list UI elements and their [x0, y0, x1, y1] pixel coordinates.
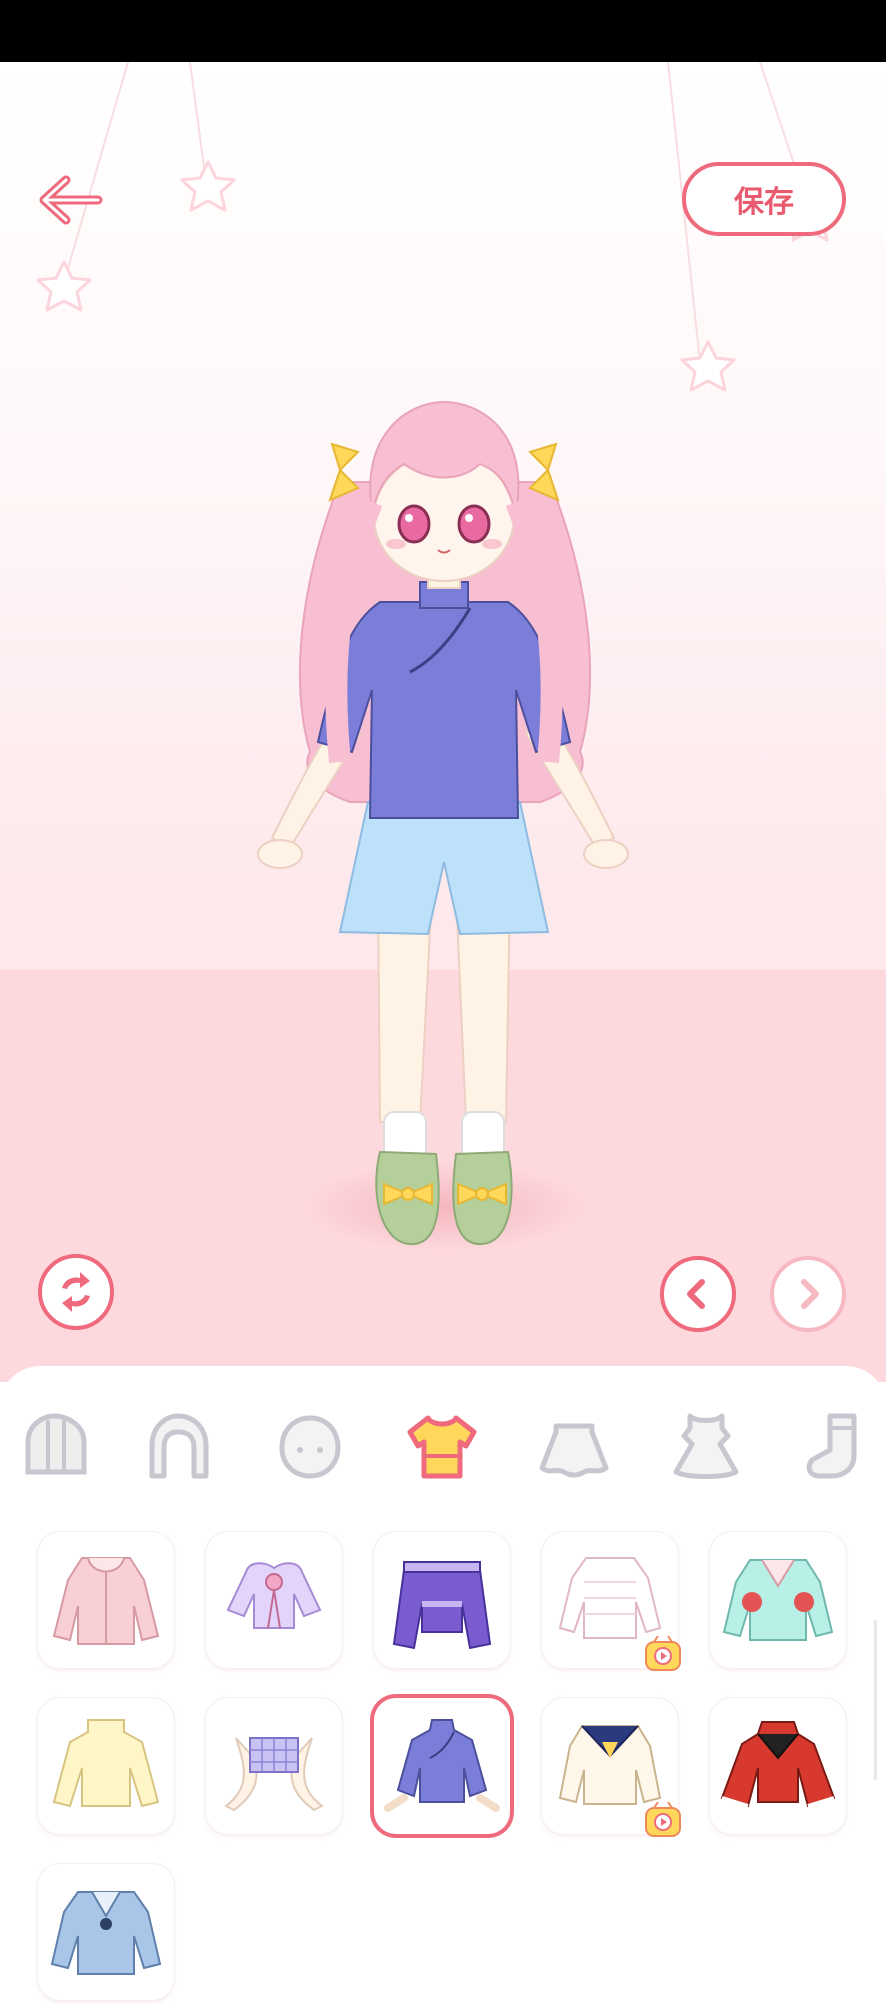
arrow-left-icon — [39, 175, 103, 225]
item-mint-jacket[interactable] — [710, 1532, 846, 1668]
mint-jacket-top-icon — [722, 1559, 834, 1641]
top-icon — [407, 1415, 477, 1479]
save-button[interactable]: 保存 — [682, 162, 846, 236]
tab-skirt[interactable] — [534, 1406, 614, 1486]
randomize-button[interactable] — [38, 1254, 114, 1330]
item-purple-offshoulder[interactable] — [374, 1532, 510, 1668]
shuffle-icon — [62, 1272, 90, 1312]
category-tabs — [0, 1366, 886, 1506]
chevron-right-icon — [801, 1279, 819, 1309]
item-blue-qipao[interactable] — [374, 1698, 510, 1834]
tab-hair[interactable] — [138, 1406, 218, 1486]
tab-dress[interactable] — [666, 1406, 746, 1486]
dress-icon — [673, 1413, 739, 1479]
tab-top[interactable] — [402, 1406, 482, 1486]
denim-top-icon — [50, 1891, 162, 1975]
save-button-label: 保存 — [734, 185, 794, 220]
hair-icon — [149, 1413, 209, 1479]
item-red-flare-sleeve[interactable] — [710, 1698, 846, 1834]
wardrobe-panel — [0, 1366, 886, 2000]
purple-offshoulder-top-icon — [392, 1561, 492, 1650]
pink-hoodie-top-icon — [52, 1557, 160, 1645]
back-button[interactable] — [36, 170, 108, 230]
next-button[interactable] — [770, 1256, 846, 1332]
ad-video-badge-icon — [645, 1636, 681, 1671]
item-plaid-crop[interactable] — [206, 1698, 342, 1834]
item-grid-scrollbar[interactable] — [874, 1620, 877, 1780]
item-white-knit[interactable] — [542, 1532, 681, 1671]
plaid-crop-top-icon — [224, 1737, 324, 1812]
item-pink-hoodie[interactable] — [38, 1532, 174, 1668]
previous-button[interactable] — [660, 1256, 736, 1332]
lavender-ribbon-top-icon — [226, 1562, 322, 1629]
skirt-icon — [539, 1423, 609, 1478]
item-sailor-uniform[interactable] — [542, 1698, 681, 1837]
blue-qipao-top-icon — [384, 1719, 500, 1812]
tab-face[interactable] — [270, 1406, 350, 1486]
tab-socks[interactable] — [796, 1406, 876, 1486]
hat-icon — [25, 1413, 87, 1475]
item-denim-top[interactable] — [38, 1864, 174, 2000]
item-grid — [0, 1506, 886, 2000]
item-cream-sweater[interactable] — [38, 1698, 174, 1834]
face-icon — [279, 1415, 341, 1479]
sock-icon — [806, 1413, 857, 1479]
red-flare-sleeve-top-icon — [720, 1721, 836, 1808]
tab-hat[interactable] — [14, 1406, 94, 1486]
cream-sweater-top-icon — [52, 1719, 160, 1808]
character-illustration — [257, 400, 629, 1246]
ad-video-badge-icon — [645, 1802, 681, 1837]
character-stage: 保存 — [0, 62, 886, 1382]
item-lavender-ribbon[interactable] — [206, 1532, 342, 1668]
chevron-left-icon — [687, 1279, 705, 1309]
status-bar — [0, 0, 886, 62]
